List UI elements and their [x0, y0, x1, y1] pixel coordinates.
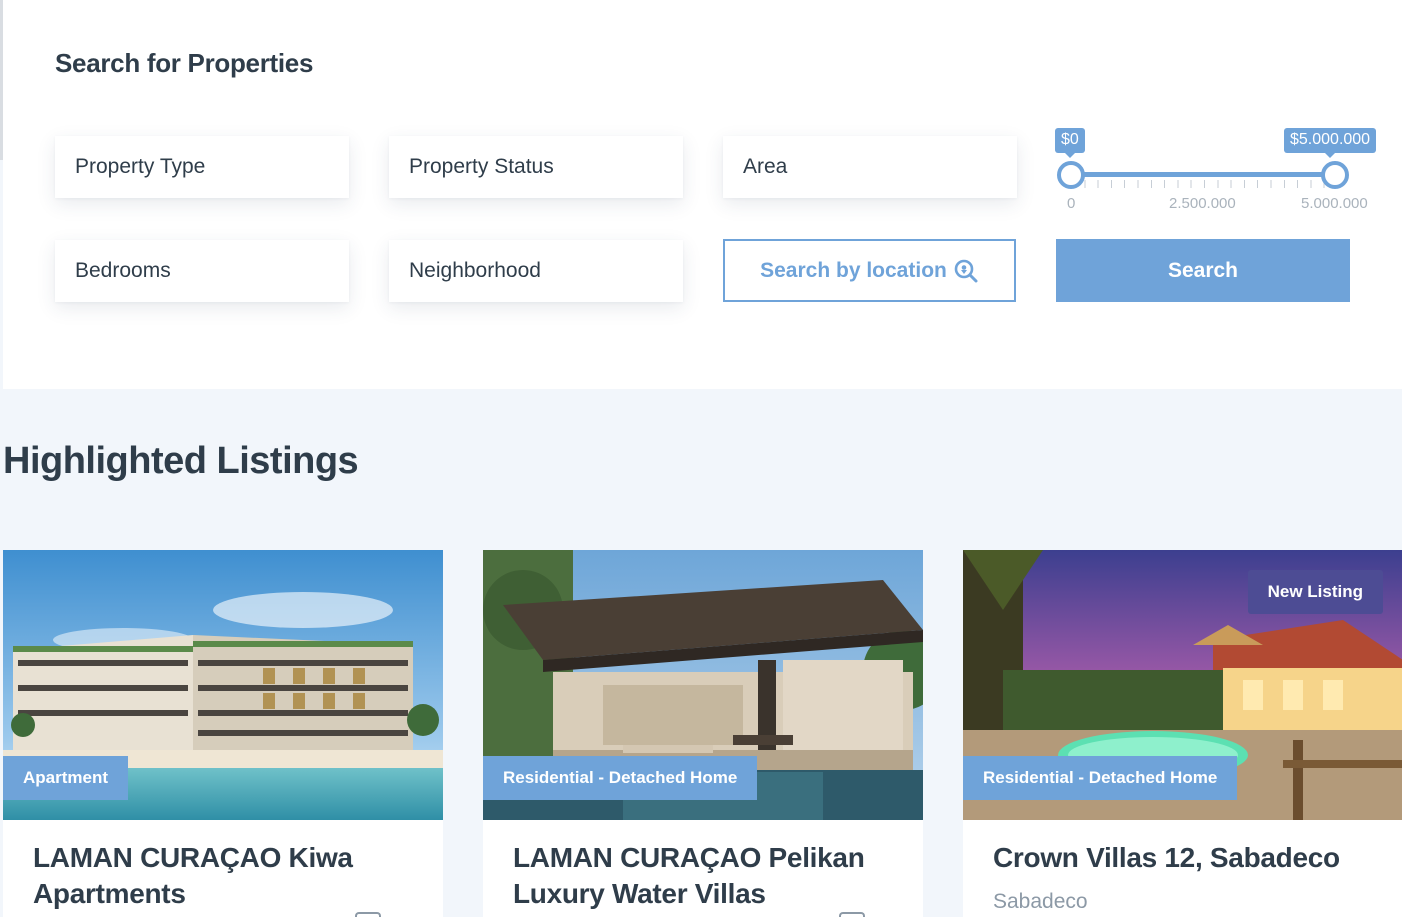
bath-icon	[355, 912, 381, 917]
listing-card[interactable]: Residential - Detached Home LAMAN CURAÇA…	[483, 550, 923, 917]
search-by-location-label: Search by location	[760, 258, 947, 282]
listing-title[interactable]: LAMAN CURAÇAO Kiwa Apartments	[33, 840, 413, 912]
listing-title[interactable]: Crown Villas 12, Sabadeco	[993, 840, 1373, 876]
price-range-track[interactable]	[1071, 172, 1336, 177]
search-panel: Search for Properties Property Type Prop…	[3, 0, 1402, 389]
listing-image-villa-pool[interactable]: New Listing Residential - Detached Home	[963, 550, 1402, 820]
search-title: Search for Properties	[55, 48, 314, 78]
listing-image-apartment[interactable]: Apartment	[3, 550, 443, 820]
price-range-ticks	[1071, 180, 1337, 188]
listing-location: Sabadeco	[993, 890, 1088, 913]
property-type-select[interactable]: Property Type	[55, 136, 349, 198]
neighborhood-select[interactable]: Neighborhood	[389, 240, 683, 302]
tick-label-mid: 2.500.000	[1169, 195, 1236, 212]
listing-type-badge: Residential - Detached Home	[483, 756, 758, 800]
listing-type-badge: Residential - Detached Home	[963, 756, 1238, 800]
price-max-handle[interactable]	[1321, 161, 1349, 189]
highlighted-listings-title: Highlighted Listings	[3, 440, 359, 482]
new-listing-badge: New Listing	[1247, 570, 1383, 614]
search-button[interactable]: Search	[1056, 239, 1350, 302]
tick-label-min: 0	[1067, 195, 1076, 212]
listing-card[interactable]: New Listing Residential - Detached Home …	[963, 550, 1402, 917]
bath-icon	[839, 912, 865, 917]
search-by-location-button[interactable]: Search by location	[723, 239, 1016, 302]
tick-label-max: 5.000.000	[1301, 195, 1368, 212]
area-select[interactable]: Area	[723, 136, 1017, 198]
listing-card[interactable]: Apartment LAMAN CURAÇAO Kiwa Apartments	[3, 550, 443, 917]
listing-title[interactable]: LAMAN CURAÇAO Pelikan Luxury Water Villa…	[513, 840, 893, 912]
search-location-icon	[954, 259, 978, 282]
bedrooms-select[interactable]: Bedrooms	[55, 240, 349, 302]
price-min-handle[interactable]	[1057, 161, 1085, 189]
price-min-tag: $0	[1055, 128, 1085, 158]
property-status-select[interactable]: Property Status	[389, 136, 683, 198]
price-max-tag: $5.000.000	[1284, 128, 1377, 158]
listing-type-badge: Apartment	[3, 756, 129, 800]
listing-image-water-villa[interactable]: Residential - Detached Home	[483, 550, 923, 820]
